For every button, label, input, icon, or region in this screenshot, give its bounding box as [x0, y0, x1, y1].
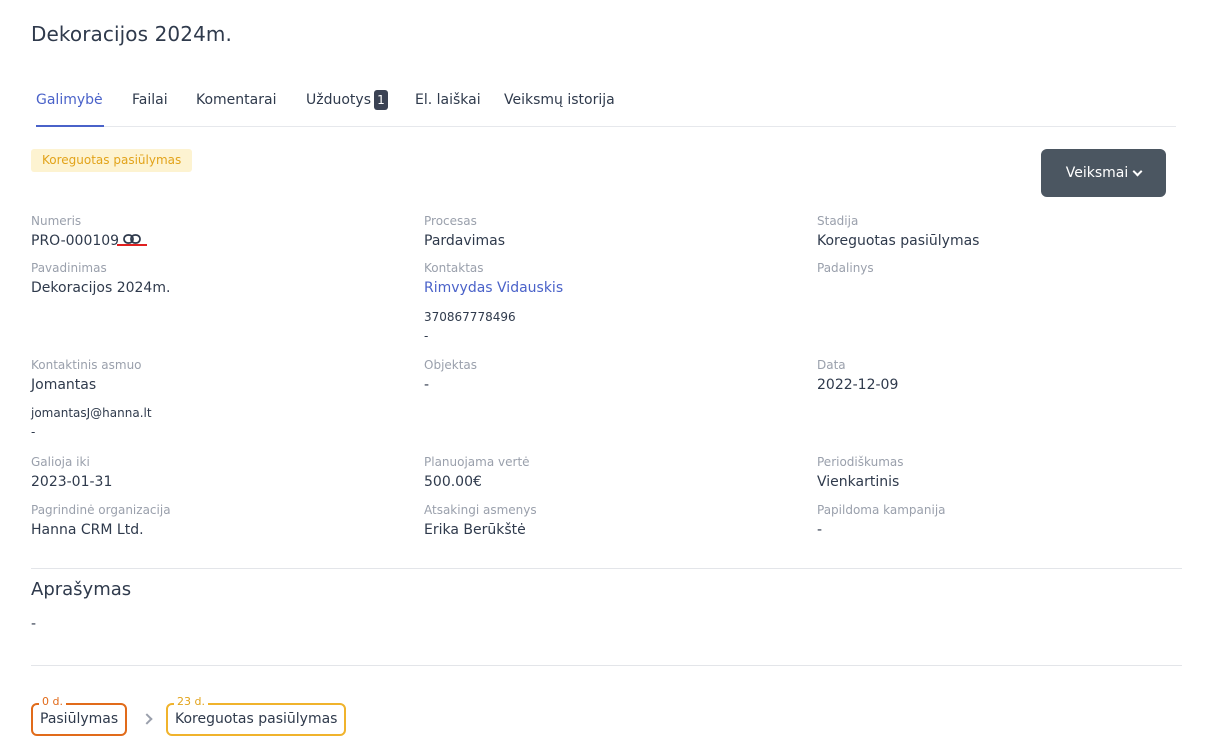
field-label: Stadija: [817, 214, 859, 228]
field-planuojama-verte: Planuojama vertė 500.00€: [424, 455, 530, 491]
field-kontaktas: Kontaktas Rimvydas Vidauskis: [424, 261, 563, 297]
record-number: PRO-000109: [31, 233, 120, 249]
stage-step-koreguotas-pasiulymas[interactable]: 23 d. Koreguotas pasiūlymas: [166, 696, 347, 736]
field-label: Planuojama vertė: [424, 455, 530, 469]
field-numeris: Numeris PRO-000109: [31, 214, 147, 250]
field-data: Data 2022-12-09: [817, 358, 898, 394]
field-galioja-iki: Galioja iki 2023-01-31: [31, 455, 112, 491]
stage-days: 23 d.: [174, 696, 208, 708]
link-icon[interactable]: [123, 231, 141, 249]
tab-failai[interactable]: Failai: [132, 92, 168, 108]
contact-person-email: jomantasJ@hanna.lt: [31, 406, 152, 420]
tab-veiksmu-istorija[interactable]: Veiksmų istorija: [504, 92, 615, 108]
active-tab-indicator: [36, 125, 104, 127]
tasks-count-badge: 1: [374, 90, 388, 110]
field-label: Padalinys: [817, 261, 874, 275]
stage-label: Pasiūlymas: [40, 711, 119, 727]
field-label: Numeris: [31, 214, 82, 228]
field-value: Pardavimas: [424, 233, 506, 249]
field-papildoma-kampanija: Papildoma kampanija -: [817, 503, 946, 539]
field-kontaktinis-asmuo: Kontaktinis asmuo Jomantas: [31, 358, 142, 394]
field-value: 2023-01-31: [31, 474, 113, 490]
stage-days: 0 d.: [39, 696, 66, 708]
link-underline: [117, 244, 147, 246]
field-atsakingi-asmenys: Atsakingi asmenys Erika Berūkštė: [424, 503, 537, 539]
contact-extra: -: [424, 329, 429, 343]
field-pagrindine-organizacija: Pagrindinė organizacija Hanna CRM Ltd.: [31, 503, 171, 539]
field-label: Periodiškumas: [817, 455, 904, 469]
field-objektas: Objektas -: [424, 358, 477, 394]
tab-galimybe[interactable]: Galimybė: [36, 92, 103, 108]
description-title: Aprašymas: [31, 579, 132, 600]
field-stadija: Stadija Koreguotas pasiūlymas: [817, 214, 979, 250]
field-procesas: Procesas Pardavimas: [424, 214, 505, 250]
tab-bar: Galimybė Failai Komentarai Užduotys 1 El.…: [36, 88, 1176, 127]
field-label: Pagrindinė organizacija: [31, 503, 171, 517]
contact-phone: 370867778496: [424, 310, 516, 324]
tab-el-laiskai[interactable]: El. laiškai: [415, 92, 481, 108]
field-periodiskumas: Periodiškumas Vienkartinis: [817, 455, 903, 491]
tab-komentarai[interactable]: Komentarai: [196, 92, 276, 108]
stage-step-pasiulymas[interactable]: 0 d. Pasiūlymas: [31, 696, 128, 736]
actions-button-label: Veiksmai: [1065, 165, 1129, 181]
field-value: Koreguotas pasiūlymas: [817, 233, 980, 249]
field-label: Papildoma kampanija: [817, 503, 946, 517]
stage-label: Koreguotas pasiūlymas: [175, 711, 338, 727]
tab-uzduotys-label: Užduotys: [306, 92, 371, 108]
field-label: Kontaktas: [424, 261, 484, 275]
field-value: Dekoracijos 2024m.: [31, 280, 171, 296]
divider: [31, 568, 1182, 569]
field-value: Hanna CRM Ltd.: [31, 522, 144, 538]
field-value: -: [817, 522, 823, 538]
field-value: 2022-12-09: [817, 377, 899, 393]
chevron-right-icon: [141, 713, 153, 725]
field-value: 500.00€: [424, 474, 482, 490]
field-label: Atsakingi asmenys: [424, 503, 537, 517]
page-title: Dekoracijos 2024m.: [31, 22, 232, 46]
field-label: Data: [817, 358, 846, 372]
contact-person-extra: -: [31, 425, 36, 439]
field-value: -: [424, 377, 430, 393]
tab-uzduotys[interactable]: Užduotys 1: [306, 90, 388, 112]
field-padalinys: Padalinys: [817, 261, 874, 279]
field-label: Objektas: [424, 358, 478, 372]
field-label: Kontaktinis asmuo: [31, 358, 142, 372]
chevron-down-icon: [1132, 166, 1143, 176]
field-value: PRO-000109: [31, 232, 141, 250]
contact-link[interactable]: Rimvydas Vidauskis: [424, 279, 563, 297]
field-label: Galioja iki: [31, 455, 90, 469]
field-value: Vienkartinis: [817, 474, 900, 490]
description-value: -: [31, 616, 37, 632]
field-label: Pavadinimas: [31, 261, 107, 275]
actions-button[interactable]: Veiksmai: [1041, 149, 1166, 197]
field-pavadinimas: Pavadinimas Dekoracijos 2024m.: [31, 261, 170, 297]
divider: [31, 665, 1182, 666]
field-value: Jomantas: [31, 377, 97, 393]
field-value: Erika Berūkštė: [424, 522, 526, 538]
field-label: Procesas: [424, 214, 477, 228]
stage-status-badge: Koreguotas pasiūlymas: [31, 149, 193, 172]
